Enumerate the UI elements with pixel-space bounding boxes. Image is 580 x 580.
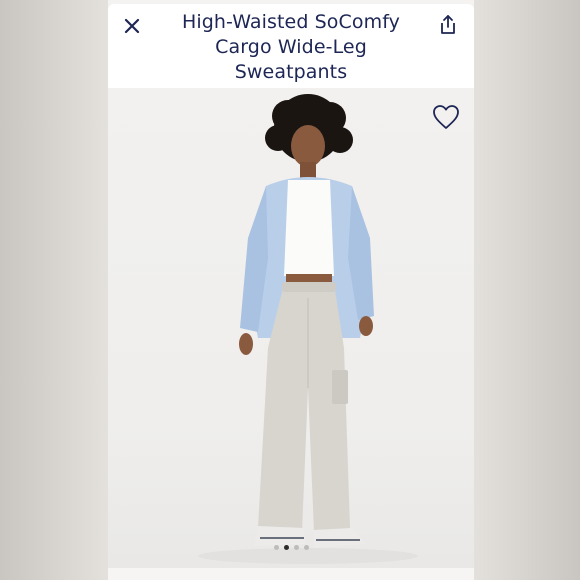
bottom-edge <box>108 568 474 580</box>
image-pagination <box>108 545 474 550</box>
share-icon <box>441 15 455 34</box>
product-title: High-Waisted SoComfy Cargo Wide-Leg Swea… <box>158 10 424 85</box>
heart-icon <box>433 105 459 129</box>
product-title-line3: Sweatpants <box>234 61 348 83</box>
background-right <box>472 0 580 580</box>
background-left <box>0 0 108 580</box>
product-image[interactable] <box>108 88 474 568</box>
pagination-dot-active[interactable] <box>283 545 289 550</box>
favorite-button[interactable] <box>432 104 460 130</box>
product-title-line1: High-Waisted SoComfy <box>181 11 401 33</box>
screenshot-stage: High-Waisted SoComfy Cargo Wide-Leg Swea… <box>0 0 580 580</box>
product-header: High-Waisted SoComfy Cargo Wide-Leg Swea… <box>108 4 474 88</box>
pagination-dot[interactable] <box>293 545 299 550</box>
share-button[interactable] <box>438 14 458 36</box>
close-button[interactable] <box>122 16 142 36</box>
model-photo <box>198 94 418 564</box>
product-title-line2: Cargo Wide-Leg <box>215 36 367 58</box>
product-screen: High-Waisted SoComfy Cargo Wide-Leg Swea… <box>108 0 474 580</box>
pagination-dot[interactable] <box>303 545 309 550</box>
close-icon <box>124 18 140 34</box>
pagination-dot[interactable] <box>273 545 279 550</box>
